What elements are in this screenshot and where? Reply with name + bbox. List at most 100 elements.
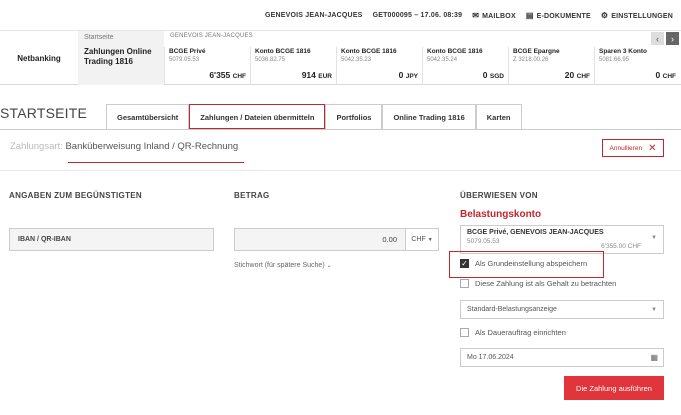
arrow-right-icon[interactable]: ›: [666, 32, 679, 45]
execution-date-value: Mo 17.06.2024: [467, 354, 514, 361]
card-balance: 0 CHF: [656, 70, 676, 80]
amount-heading: BETRAG: [234, 191, 270, 200]
payment-type-label: Zahlungsart:: [10, 141, 63, 152]
card-name: Sparen 3 Konto: [599, 48, 648, 55]
iban-input[interactable]: IBAN / QR-IBAN: [9, 228, 214, 251]
session-info: GET000095 – 17.06. 08:39: [373, 12, 463, 19]
document-icon: ▤: [525, 10, 534, 20]
startseite-title: Zahlungen Online Trading 1816: [84, 47, 152, 66]
cancel-label: Annullieren: [609, 144, 643, 152]
chevron-down-icon: ▼: [427, 236, 433, 243]
tab-bar: Gesamtübersicht Zahlungen / Dateien über…: [106, 104, 522, 129]
tab-cards[interactable]: Karten: [475, 104, 522, 129]
account-holder: GENEVOIS JEAN-JACQUES: [170, 33, 253, 39]
cancel-button[interactable]: Annullieren ✕: [602, 139, 664, 157]
card-name: Konto BCGE 1816: [341, 48, 397, 55]
checkbox-box: [460, 328, 469, 337]
card-currency: CHF: [576, 73, 590, 80]
payment-type-selector[interactable]: Zahlungsart: Banküberweisung Inland / QR…: [10, 141, 238, 152]
card-number: 5042.35.24: [427, 57, 458, 63]
top-bar: GENEVOIS JEAN-JACQUES GET000095 – 17.06.…: [0, 0, 681, 30]
edocs-link[interactable]: ▤ E-DOKUMENTE: [526, 11, 591, 20]
card-amount: 914: [301, 70, 316, 80]
tab-online-trading[interactable]: Online Trading 1816: [382, 104, 476, 129]
card-balance: 914 EUR: [302, 70, 332, 80]
card-balance: 0 JPY: [399, 70, 418, 80]
execute-payment-button[interactable]: Die Zahlung ausführen: [564, 376, 664, 400]
account-card[interactable]: Konto BCGE 1816 5042.35.23 0 JPY: [336, 47, 422, 85]
login-time: – 17.06. 08:39: [414, 11, 463, 19]
payment-type-value: Banküberweisung Inland / QR-Rechnung: [65, 141, 239, 152]
salary-label: Diese Zahlung ist als Gehalt zu betracht…: [475, 279, 617, 288]
card-name: Konto BCGE 1816: [427, 48, 483, 55]
mail-icon: ✉: [472, 10, 480, 20]
section-divider: [0, 170, 681, 171]
account-name: BCGE Privé, GENEVOIS JEAN-JACQUES: [467, 229, 604, 236]
calendar-icon[interactable]: ▦: [650, 353, 658, 362]
account-card[interactable]: BCGE Epargne Z 3218.00.26 20 CHF: [508, 47, 594, 85]
card-currency: CHF: [232, 73, 246, 80]
transferred-from-heading: ÜBERWIESEN VON: [460, 191, 538, 200]
keyword-toggle[interactable]: Stichwort (für spätere Suche) ⌄: [234, 262, 332, 269]
page-title: STARTSEITE: [0, 105, 88, 121]
card-number: 5042.35.23: [341, 57, 372, 63]
card-number: 5036.82.75: [255, 57, 286, 63]
card-currency: SGD: [489, 73, 504, 80]
chevron-down-icon: ▼: [651, 235, 657, 241]
card-number: 5081.66.95: [599, 57, 630, 63]
mailbox-link[interactable]: ✉ MAILBOX: [472, 11, 516, 20]
card-amount: 0: [655, 70, 661, 80]
card-amount: 0: [398, 70, 404, 80]
startseite-nav[interactable]: Startseite Zahlungen Online Trading 1816: [78, 31, 164, 85]
card-name: BCGE Epargne: [513, 48, 560, 55]
card-amount: 6'355: [209, 70, 231, 80]
checkbox-box: [460, 279, 469, 288]
payment-type-underline: [68, 162, 244, 163]
tab-divider: [0, 129, 681, 130]
card-balance: 20 CHF: [565, 70, 590, 80]
card-amount: 20: [564, 70, 575, 80]
account-card[interactable]: BCGE Privé 5079.05.53 6'355 CHF: [164, 47, 250, 85]
mailbox-label: MAILBOX: [482, 12, 516, 20]
card-amount: 0: [482, 70, 488, 80]
debit-account-select[interactable]: BCGE Privé, GENEVOIS JEAN-JACQUES 5079.0…: [460, 225, 664, 254]
standing-order-checkbox[interactable]: Als Dauerauftrag einrichten: [460, 328, 566, 337]
tab-portfolios[interactable]: Portfolios: [325, 104, 383, 129]
card-currency: CHF: [662, 73, 676, 80]
currency-value: CHF: [411, 236, 426, 243]
card-currency: JPY: [405, 73, 418, 80]
account-card[interactable]: Sparen 3 Konto 5081.66.95 0 CHF: [594, 47, 680, 85]
beneficiary-heading: ANGABEN ZUM BEGÜNSTIGTEN: [9, 191, 142, 200]
edocs-label: E-DOKUMENTE: [536, 12, 591, 20]
account-card[interactable]: Konto BCGE 1816 5042.35.24 0 SGD: [422, 47, 508, 85]
salary-checkbox[interactable]: Diese Zahlung ist als Gehalt zu betracht…: [460, 279, 616, 288]
chevron-down-icon: ▼: [651, 306, 657, 313]
card-number: 5079.05.53: [169, 57, 200, 63]
netbanking-link[interactable]: Netbanking: [0, 31, 78, 85]
settings-link[interactable]: ⚙ EINSTELLUNGEN: [601, 11, 673, 20]
amount-input[interactable]: 0.00: [234, 228, 406, 251]
account-balance: 6'355.00 CHF: [601, 243, 641, 250]
card-name: BCGE Privé: [169, 48, 206, 55]
gear-icon: ⚙: [600, 10, 609, 20]
execution-date-input[interactable]: Mo 17.06.2024 ▦: [460, 348, 664, 367]
debit-display-select[interactable]: Standard-Belastungsanzeige ▼: [460, 300, 664, 319]
card-balance: 6'355 CHF: [209, 70, 246, 80]
tab-payments[interactable]: Zahlungen / Dateien übermitteln: [189, 104, 326, 129]
account-strip: Netbanking Startseite Zahlungen Online T…: [0, 30, 681, 85]
standing-order-label: Als Dauerauftrag einrichten: [475, 328, 566, 337]
startseite-label: Startseite: [84, 34, 114, 41]
card-currency: EUR: [318, 73, 332, 80]
keyword-label: Stichwort (für spätere Suche): [234, 262, 325, 269]
currency-select[interactable]: CHF ▼: [406, 228, 439, 251]
strip-arrows: ‹ ›: [651, 32, 679, 45]
arrow-left-icon[interactable]: ‹: [651, 32, 664, 45]
debit-display-value: Standard-Belastungsanzeige: [467, 306, 557, 313]
chevron-down-icon: ⌄: [326, 263, 332, 269]
card-number: Z 3218.00.26: [513, 57, 549, 63]
card-balance: 0 SGD: [483, 70, 504, 80]
account-card[interactable]: Konto BCGE 1816 5036.82.75 914 EUR: [250, 47, 336, 85]
card-name: Konto BCGE 1816: [255, 48, 311, 55]
contract-number: GET000095: [372, 11, 413, 19]
tab-overview[interactable]: Gesamtübersicht: [106, 104, 190, 129]
